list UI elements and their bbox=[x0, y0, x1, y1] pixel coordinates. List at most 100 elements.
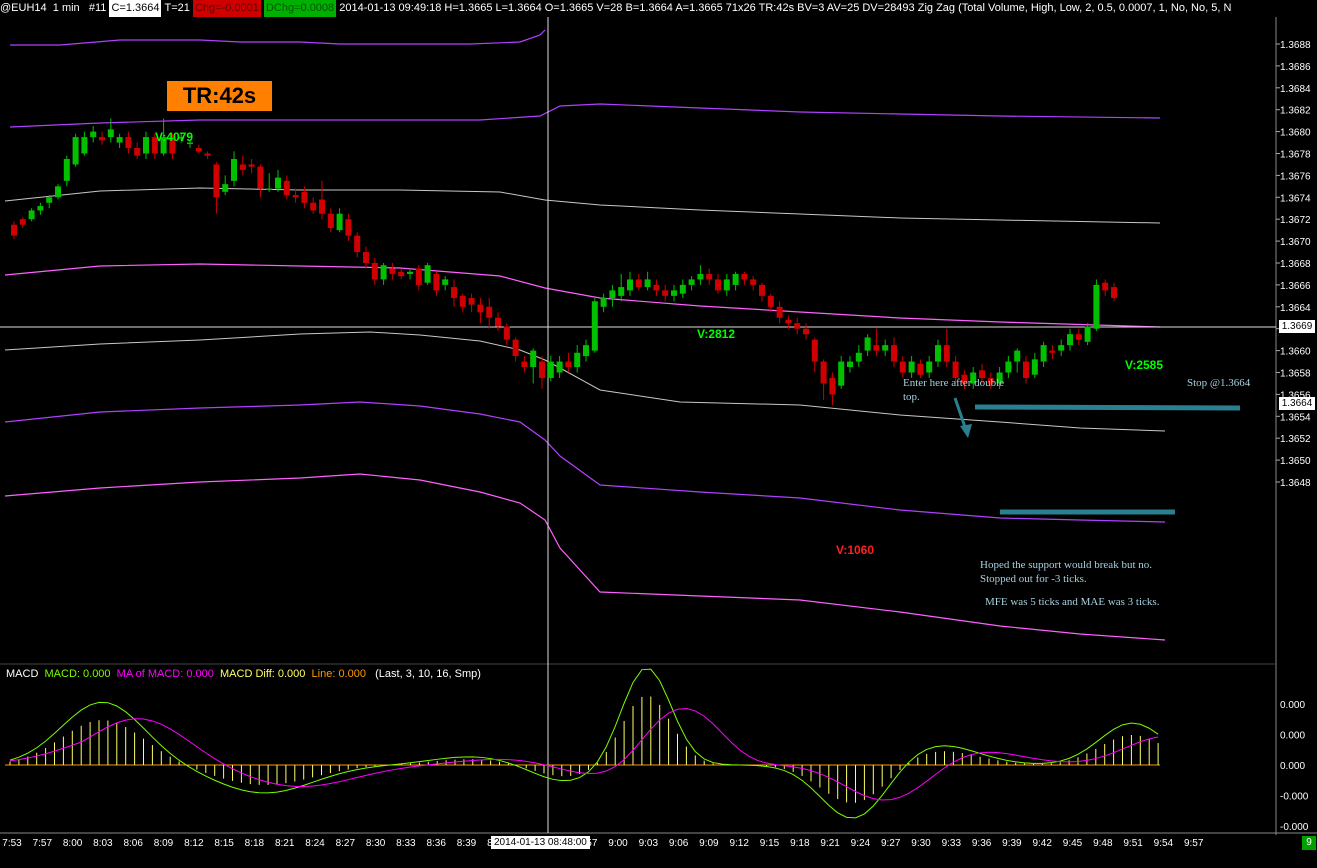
candle-body bbox=[143, 137, 149, 154]
candle-body bbox=[1040, 345, 1047, 362]
time-tick-label: 9:12 bbox=[729, 838, 749, 849]
macd-params: (Last, 3, 10, 16, Smp) bbox=[375, 668, 481, 680]
candle-body bbox=[899, 361, 906, 373]
macd-tick-label: -0.000 bbox=[1280, 792, 1309, 803]
candle-body bbox=[679, 284, 686, 294]
candle-body bbox=[609, 290, 616, 299]
candle-body bbox=[415, 268, 422, 285]
price-tick-label: 1.3674 bbox=[1280, 193, 1311, 204]
candle-body bbox=[327, 213, 334, 228]
candle-body bbox=[354, 235, 361, 253]
candle-body bbox=[697, 273, 704, 280]
candle-body bbox=[1084, 326, 1091, 342]
bar-info: 2014-01-13 09:49:18 H=1.3665 L=1.3664 O=… bbox=[339, 2, 915, 14]
last-price-tag: 1.3664 bbox=[1279, 397, 1315, 410]
candle-body bbox=[732, 273, 739, 285]
time-tick-label: 9:57 bbox=[1184, 838, 1204, 849]
time-tick-label: 8:21 bbox=[275, 838, 295, 849]
close-value: C=1.3664 bbox=[109, 0, 162, 17]
candle-body bbox=[794, 323, 801, 329]
price-tick-label: 1.3678 bbox=[1280, 150, 1311, 161]
bar-number: #11 bbox=[88, 2, 107, 14]
time-tick-label: 9:24 bbox=[851, 838, 871, 849]
candle-body bbox=[424, 265, 431, 283]
price-tick-label: 1.3652 bbox=[1280, 434, 1311, 445]
candle-body bbox=[1093, 284, 1100, 329]
time-tick-label: 9:06 bbox=[669, 838, 689, 849]
candle-body bbox=[1031, 359, 1038, 375]
daily-change-value: DChg=0.0008 bbox=[263, 0, 337, 17]
candle-body bbox=[195, 148, 202, 152]
ticks-value: T=21 bbox=[164, 2, 190, 14]
macd-title: MACD bbox=[6, 668, 39, 680]
price-tick-label: 1.3654 bbox=[1280, 412, 1311, 423]
macd-tick-label: 0.000 bbox=[1280, 761, 1305, 772]
candle-body bbox=[864, 337, 871, 351]
candle-body bbox=[116, 137, 123, 143]
price-tick-label: 1.3684 bbox=[1280, 84, 1311, 95]
candle-body bbox=[319, 199, 325, 214]
candle-body bbox=[635, 279, 642, 288]
candle-body bbox=[767, 295, 774, 307]
candle-body bbox=[407, 271, 413, 274]
candle-body bbox=[847, 361, 853, 368]
candle-body bbox=[574, 352, 581, 368]
candle-body bbox=[486, 306, 493, 318]
candle-body bbox=[55, 186, 61, 198]
candle-body bbox=[776, 306, 783, 318]
candle-body bbox=[1075, 334, 1082, 340]
price-tick-label: 1.3676 bbox=[1280, 171, 1311, 182]
candle-body bbox=[28, 210, 35, 220]
candle-body bbox=[706, 273, 713, 280]
volume-label: V:4079 bbox=[155, 130, 193, 144]
price-tick-label: 1.3670 bbox=[1280, 237, 1311, 248]
time-tick-label: 9:33 bbox=[942, 838, 962, 849]
candle-body bbox=[855, 352, 862, 362]
support-annotation: Hoped the support would break but no. St… bbox=[980, 559, 1152, 585]
time-axis[interactable]: 7:53 7:57 8:00 8:03 8:06 8:09 8:12 8:15 8:18 8:21… bbox=[2, 838, 1204, 849]
crosshair-price-tag: 1.3669 bbox=[1279, 320, 1315, 333]
price-tick-label: 1.3680 bbox=[1280, 128, 1311, 139]
price-tick-label: 1.3672 bbox=[1280, 215, 1311, 226]
interval-label: 1 min bbox=[52, 2, 80, 14]
time-tick-label: 8:36 bbox=[426, 838, 446, 849]
chart-status-bar: @EUH14 1 min #11 C=1.3664 T=21 Chg=-0.00… bbox=[0, 0, 1317, 17]
time-tick-label: 9:39 bbox=[1002, 838, 1022, 849]
volume-label: V:2585 bbox=[1125, 358, 1163, 372]
candle-body bbox=[627, 279, 633, 291]
price-chart[interactable]: V:4079V:2812V:1060V:2585 1.36881.36861.3… bbox=[0, 0, 1317, 868]
candle-body bbox=[257, 166, 264, 189]
time-tick-label: 9:27 bbox=[881, 838, 901, 849]
candle-body bbox=[231, 158, 237, 181]
candle-body bbox=[1102, 282, 1109, 291]
time-tick-label: 9:54 bbox=[1154, 838, 1174, 849]
price-tick-label: 1.3664 bbox=[1280, 303, 1311, 314]
candle-body bbox=[811, 339, 818, 362]
line-value: Line: 0.000 bbox=[311, 668, 366, 680]
candle-body bbox=[371, 263, 378, 280]
candle-body bbox=[926, 361, 933, 373]
candle-body bbox=[547, 361, 554, 378]
candle-body bbox=[310, 202, 317, 211]
time-tick-label: 9:09 bbox=[699, 838, 719, 849]
time-tick-label: 8:03 bbox=[93, 838, 113, 849]
candle-body bbox=[803, 328, 809, 335]
corner-badge[interactable]: 9 bbox=[1302, 836, 1316, 850]
price-tick-label: 1.3650 bbox=[1280, 456, 1311, 467]
macd-legend: MACD MACD: 0.000 MA of MACD: 0.000 MACD … bbox=[6, 668, 481, 680]
candle-body bbox=[943, 345, 950, 362]
price-axis[interactable]: 1.3688 1.3686 1.3684 1.3682 1.3680 1.3678 1.36… bbox=[1276, 40, 1311, 489]
candle-body bbox=[723, 279, 730, 291]
symbol-label: @EUH14 bbox=[0, 2, 47, 14]
candle-body bbox=[336, 213, 343, 231]
candle-body bbox=[873, 345, 880, 351]
crosshair-time-tag: 2014-01-13 08:48:00 bbox=[491, 836, 590, 849]
price-tick-label: 1.3668 bbox=[1280, 259, 1311, 270]
candle-body bbox=[451, 287, 457, 299]
candle-body bbox=[600, 298, 607, 307]
time-tick-label: 8:18 bbox=[245, 838, 265, 849]
candle-body bbox=[63, 158, 70, 181]
macd-tick-label: -0.000 bbox=[1280, 822, 1309, 833]
candle-body bbox=[222, 184, 229, 192]
time-tick-label: 9:30 bbox=[911, 838, 931, 849]
